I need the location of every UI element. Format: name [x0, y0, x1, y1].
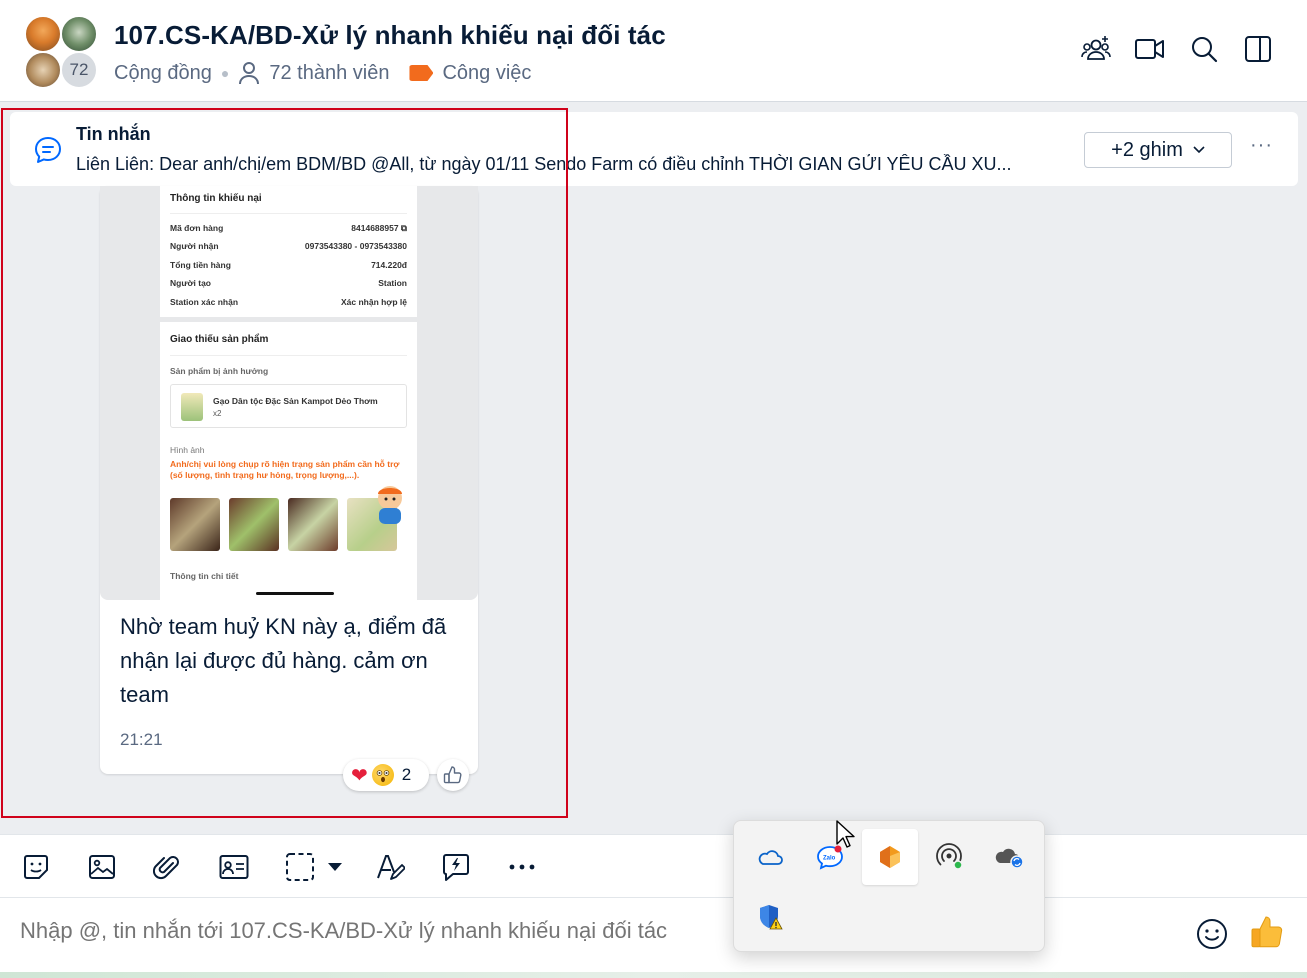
info-row: Tổng tiền hàng 714.220đ — [170, 260, 407, 270]
photo-gallery — [170, 498, 397, 551]
product-item: Gạo Dân tộc Đặc Sản Kampot Dẻo Thơm x2 — [170, 384, 407, 428]
separator-dot: ● — [220, 65, 230, 81]
evidence-photo — [170, 498, 220, 551]
message-time: 21:21 — [120, 730, 163, 749]
pinned-count-button[interactable]: +2 ghim — [1084, 132, 1232, 168]
complaint-info-title: Thông tin khiếu nại — [170, 193, 262, 204]
more-options-icon[interactable]: ··· — [1250, 134, 1273, 157]
window-bottom-edge — [0, 972, 1307, 978]
attached-screenshot[interactable]: Thông tin khiếu nại Mã đơn hàng 841468895… — [100, 186, 478, 600]
label-tag-icon — [409, 65, 434, 81]
complaint-info-card: Thông tin khiếu nại Mã đơn hàng 841468895… — [160, 186, 417, 317]
home-indicator — [256, 592, 334, 595]
more-tools-icon[interactable] — [506, 851, 538, 883]
pinned-title: Tin nhắn — [76, 124, 151, 144]
chat-bubble-icon — [34, 136, 62, 164]
add-member-icon[interactable] — [1081, 34, 1111, 64]
photo-instructions: Anh/chị vui lòng chụp rõ hiện trạng sản … — [170, 459, 400, 480]
product-name: Gạo Dân tộc Đặc Sản Kampot Dẻo Thơm — [213, 396, 378, 406]
group-type: Cộng đồng — [114, 61, 212, 84]
onedrive-icon[interactable] — [742, 829, 798, 885]
member-avatar — [24, 15, 62, 53]
image-icon[interactable] — [86, 851, 118, 883]
members-icon — [238, 61, 260, 85]
chevron-down-icon — [1193, 146, 1205, 154]
product-qty: x2 — [213, 409, 222, 418]
text-format-icon[interactable] — [374, 851, 406, 883]
evidence-photo — [229, 498, 279, 551]
hotspot-icon[interactable] — [922, 829, 978, 885]
thumbs-up-outline-icon — [443, 766, 462, 784]
capture-options-dropdown-icon[interactable] — [322, 851, 348, 883]
member-avatar — [24, 51, 62, 89]
sticker-icon[interactable] — [20, 851, 52, 883]
svg-text:Zalo: Zalo — [823, 856, 836, 862]
group-subline: Cộng đồng ● 72 thành viên Công việc — [114, 60, 531, 86]
product-thumbnail — [181, 393, 203, 421]
mouse-cursor-icon — [836, 820, 856, 850]
system-tray-overflow: Zalo — [733, 820, 1045, 952]
search-icon[interactable] — [1189, 34, 1219, 64]
toggle-sidebar-icon[interactable] — [1243, 34, 1273, 64]
group-avatar[interactable]: 72 — [24, 15, 98, 89]
info-row: Người tạo Station — [170, 278, 407, 288]
like-reaction-button[interactable] — [437, 759, 469, 791]
info-row: Người nhận 0973543380 - 0973543380 — [170, 241, 407, 251]
quick-message-icon[interactable] — [440, 851, 472, 883]
missing-item-title: Giao thiếu sản phẩm — [170, 334, 269, 345]
group-label[interactable]: Công việc — [442, 62, 531, 85]
reaction-summary[interactable]: ❤ 2 — [343, 759, 429, 791]
composer-input-row — [0, 898, 1307, 972]
evidence-photo — [288, 498, 338, 551]
message-text: Nhờ team huỷ KN này ạ, điểm đã nhận lại … — [120, 614, 447, 707]
image-label: Hình ảnh — [170, 445, 205, 455]
cloud-sync-icon[interactable] — [982, 829, 1038, 885]
screen-capture-icon[interactable] — [284, 851, 316, 883]
video-call-icon[interactable] — [1135, 34, 1165, 64]
windows-security-icon[interactable] — [742, 889, 798, 945]
group-title[interactable]: 107.CS-KA/BD-Xử lý nhanh khiếu nại đối t… — [114, 20, 666, 51]
contact-card-icon[interactable] — [218, 851, 250, 883]
send-like-icon[interactable] — [1250, 914, 1284, 950]
pinned-preview[interactable]: Liên Liên: Dear anh/chị/em BDM/BD @All, … — [76, 154, 1066, 175]
members-count[interactable]: 72 thành viên — [269, 62, 389, 85]
member-count-avatar: 72 — [60, 51, 98, 89]
chat-header: 72 107.CS-KA/BD-Xử lý nhanh khiếu nại đố… — [0, 0, 1307, 102]
composer-toolbar — [0, 834, 1307, 898]
info-row: Station xác nhận Xác nhận hợp lệ — [170, 297, 407, 307]
affected-label: Sản phẩm bị ảnh hưởng — [170, 366, 269, 376]
reaction-count: 2 — [401, 765, 412, 784]
emoji-icon[interactable] — [1196, 918, 1228, 950]
attachment-icon[interactable] — [151, 851, 183, 883]
app-orange-icon[interactable] — [862, 829, 918, 885]
pinned-message-bar[interactable]: Tin nhắn Liên Liên: Dear anh/chị/em BDM/… — [10, 112, 1298, 186]
detail-label: Thông tin chi tiết — [170, 571, 239, 581]
mascot-icon — [370, 482, 410, 526]
message-bubble[interactable]: Thông tin khiếu nại Mã đơn hàng 841468895… — [100, 186, 478, 774]
pinned-count-label: +2 ghim — [1111, 138, 1183, 161]
member-avatar — [60, 15, 98, 53]
heart-reaction-icon: ❤ — [351, 764, 368, 787]
wow-reaction-icon — [371, 764, 394, 786]
missing-item-card: Giao thiếu sản phẩm Sản phẩm bị ảnh hưởn… — [160, 322, 417, 600]
info-row: Mã đơn hàng 8414688957 ⧉ — [170, 223, 407, 233]
